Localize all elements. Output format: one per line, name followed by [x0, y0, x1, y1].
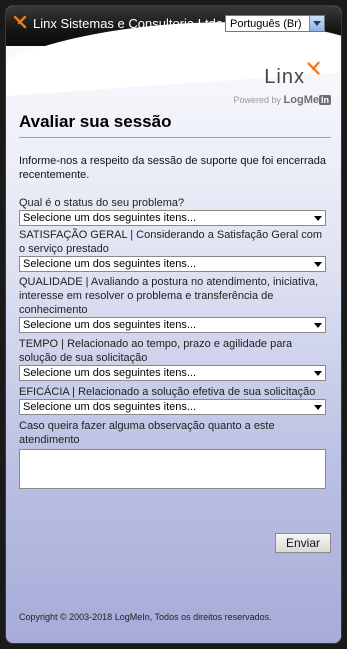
- intro-text: Informe-nos a respeito da sessão de supo…: [19, 155, 326, 181]
- efficacy-select[interactable]: Selecione um dos seguintes itens...: [19, 399, 326, 415]
- satisfaction-select[interactable]: Selecione um dos seguintes itens...: [19, 256, 326, 272]
- title-bar: Linx Sistemas e Consultoria Ltda Portugu…: [6, 6, 341, 99]
- powered-by-logmein: Powered by LogMe In: [233, 94, 331, 106]
- question-block: SATISFAÇÃO GERAL | Considerando a Satisf…: [19, 228, 331, 272]
- linx-logo-icon: [13, 15, 27, 29]
- language-select-value: Português (Br): [230, 17, 302, 30]
- survey-form: Avaliar sua sessão Informe-nos a respeit…: [19, 112, 331, 553]
- chevron-down-icon[interactable]: [309, 16, 324, 31]
- chevron-down-icon[interactable]: [311, 371, 325, 376]
- send-button[interactable]: Enviar: [275, 533, 331, 553]
- rating-window: Linx Sistemas e Consultoria Ltda Portugu…: [5, 5, 342, 644]
- select-value: Selecione um dos seguintes itens...: [23, 212, 197, 224]
- question-block: Qual é o status do seu problema? Selecio…: [19, 196, 331, 226]
- page-title: Avaliar sua sessão: [19, 112, 172, 131]
- select-value: Selecione um dos seguintes itens...: [23, 319, 197, 331]
- question-label-status: Qual é o status do seu problema?: [19, 197, 185, 209]
- select-value: Selecione um dos seguintes itens...: [23, 401, 197, 413]
- select-value: Selecione um dos seguintes itens...: [23, 367, 197, 379]
- question-block: TEMPO | Relacionado ao tempo, prazo e ag…: [19, 337, 331, 381]
- brand-logo: Linx Powered by LogMe In: [231, 60, 331, 106]
- question-label-satisfaction: SATISFAÇÃO GERAL | Considerando a Satisf…: [19, 229, 323, 255]
- comment-block: Caso queira fazer alguma observação quan…: [19, 419, 331, 489]
- chevron-down-icon[interactable]: [311, 323, 325, 328]
- powered-by-text: Powered by: [233, 95, 282, 105]
- title-divider: [19, 137, 331, 138]
- chevron-down-icon[interactable]: [311, 216, 325, 221]
- question-label-efficacy: EFICÁCIA | Relacionado a solução efetiva…: [19, 386, 316, 398]
- logmein-in-badge: In: [319, 95, 331, 105]
- linx-logo-mark-icon: [307, 61, 320, 75]
- linx-logo-text: Linx: [264, 66, 305, 88]
- comment-textarea[interactable]: [19, 449, 326, 489]
- chevron-down-icon[interactable]: [311, 262, 325, 267]
- select-value: Selecione um dos seguintes itens...: [23, 258, 197, 270]
- logmein-name: LogMe: [283, 94, 319, 106]
- window-title: Linx Sistemas e Consultoria Ltda: [33, 16, 224, 31]
- language-select[interactable]: Português (Br): [225, 15, 325, 32]
- question-label-time: TEMPO | Relacionado ao tempo, prazo e ag…: [19, 338, 293, 364]
- question-block: QUALIDADE | Avaliando a postura no atend…: [19, 275, 331, 333]
- status-select[interactable]: Selecione um dos seguintes itens...: [19, 210, 326, 226]
- copyright-text: Copyright © 2003-2018 LogMeIn, Todos os …: [19, 612, 272, 622]
- quality-select[interactable]: Selecione um dos seguintes itens...: [19, 317, 326, 333]
- time-select[interactable]: Selecione um dos seguintes itens...: [19, 365, 326, 381]
- chevron-down-icon[interactable]: [311, 405, 325, 410]
- comment-label: Caso queira fazer alguma observação quan…: [19, 420, 275, 446]
- question-label-quality: QUALIDADE | Avaliando a postura no atend…: [19, 276, 319, 316]
- question-block: EFICÁCIA | Relacionado a solução efetiva…: [19, 385, 331, 415]
